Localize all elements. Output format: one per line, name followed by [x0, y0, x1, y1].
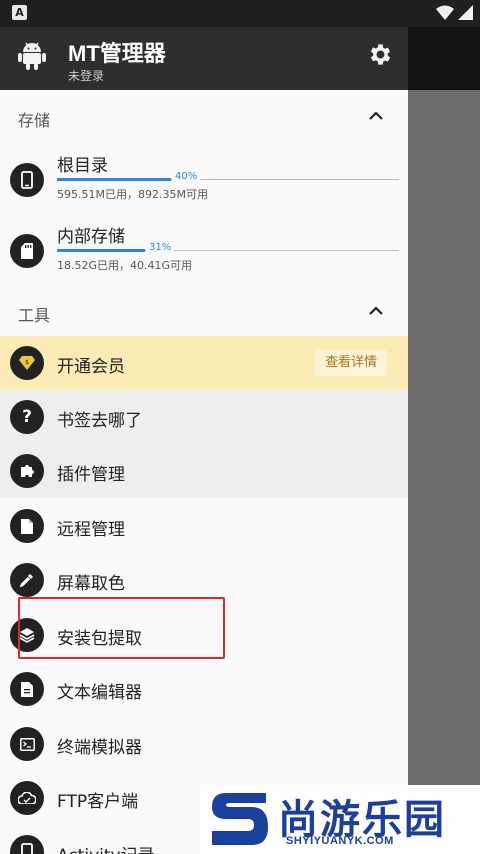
storage-icon-badge: [10, 234, 44, 268]
diamond-icon: $: [19, 356, 35, 370]
tool-icon-badge: ?: [10, 400, 44, 434]
tool-label: 插件管理: [57, 465, 125, 485]
tool-item-terminal[interactable]: 终端模拟器: [0, 717, 408, 771]
tool-label: 文本编辑器: [57, 683, 142, 703]
chevron-up-icon[interactable]: [369, 111, 383, 120]
cloud-icon: [18, 792, 36, 804]
tool-label: 终端模拟器: [57, 738, 142, 758]
tool-item-text-editor[interactable]: 文本编辑器: [0, 662, 408, 716]
status-bar: A: [0, 0, 480, 27]
tool-item-bookmarks[interactable]: ? 书签去哪了: [0, 390, 408, 444]
usage-bar: 40%: [57, 171, 399, 182]
signal-icon: [458, 5, 473, 20]
phone-icon: [21, 843, 33, 854]
watermark-url: SHYIYUANYK.COM: [286, 835, 394, 847]
chevron-up-icon[interactable]: [369, 306, 383, 315]
tool-label: 书签去哪了: [57, 411, 142, 431]
section-title: 工具: [18, 306, 51, 325]
usage-bar-fill: [57, 178, 171, 181]
notification-icon: A: [12, 5, 27, 20]
tool-label: 远程管理: [57, 520, 125, 540]
storage-name: 内部存储: [57, 227, 125, 247]
help-icon: ?: [22, 407, 32, 427]
usage-bar: 31%: [57, 242, 399, 253]
tool-label: Activity记录: [57, 841, 155, 854]
usage-detail: 595.51M已用，892.35M可用: [57, 188, 208, 201]
tool-item-remote[interactable]: 远程管理: [0, 499, 408, 553]
settings-icon[interactable]: [367, 41, 394, 68]
sd-card-icon: [21, 243, 33, 259]
app-title: MT管理器: [68, 41, 166, 66]
tool-icon-badge: [10, 727, 44, 761]
document-icon: [21, 681, 33, 697]
android-icon: [18, 42, 46, 70]
terminal-icon: [19, 737, 35, 751]
tool-icon-badge: $: [10, 346, 44, 380]
tool-icon-badge: [10, 672, 44, 706]
tools-section-header[interactable]: 工具: [0, 290, 408, 334]
navigation-drawer: MT管理器 未登录 存储 根目录 40% 595.51M已用，892.35M可用…: [0, 27, 408, 854]
login-status[interactable]: 未登录: [68, 67, 104, 84]
phone-icon: [21, 171, 33, 189]
watermark: 尚游乐园 SHYIYUANYK.COM: [200, 785, 480, 854]
tool-label: 开通会员: [57, 357, 125, 377]
view-details-button[interactable]: 查看详情: [315, 350, 387, 376]
scrim[interactable]: [408, 27, 480, 90]
eyedropper-icon: [20, 574, 33, 587]
tool-icon-badge: [10, 781, 44, 815]
storage-item-internal[interactable]: 内部存储 31% 18.52G已用，40.41G可用: [0, 222, 408, 284]
tool-label: FTP客户端: [57, 792, 139, 812]
tool-label: 屏幕取色: [57, 574, 125, 594]
usage-bar-fill: [57, 249, 145, 252]
storage-name: 根目录: [57, 156, 108, 176]
vip-item[interactable]: $ 开通会员 查看详情: [0, 336, 408, 390]
storage-item-root[interactable]: 根目录 40% 595.51M已用，892.35M可用: [0, 151, 408, 213]
annotation-highlight-box: [18, 597, 225, 659]
usage-detail: 18.52G已用，40.41G可用: [57, 259, 193, 272]
puzzle-icon: [21, 465, 34, 477]
usage-percent: 40%: [172, 171, 201, 182]
file-icon: [21, 518, 33, 534]
wifi-icon: [436, 5, 454, 20]
section-title: 存储: [18, 111, 51, 130]
night-mode-icon[interactable]: [313, 43, 335, 69]
tool-icon-badge: [10, 835, 44, 854]
watermark-logo: [212, 793, 268, 845]
storage-section-header[interactable]: 存储: [0, 95, 408, 139]
usage-percent: 31%: [146, 242, 175, 253]
svg-text:$: $: [25, 359, 29, 366]
storage-icon-badge: [10, 163, 44, 197]
tool-item-plugins[interactable]: 插件管理: [0, 444, 408, 498]
tool-icon-badge: [10, 509, 44, 543]
tool-icon-badge: [10, 454, 44, 488]
drawer-header: MT管理器 未登录: [0, 27, 408, 90]
tool-icon-badge: [10, 563, 44, 597]
